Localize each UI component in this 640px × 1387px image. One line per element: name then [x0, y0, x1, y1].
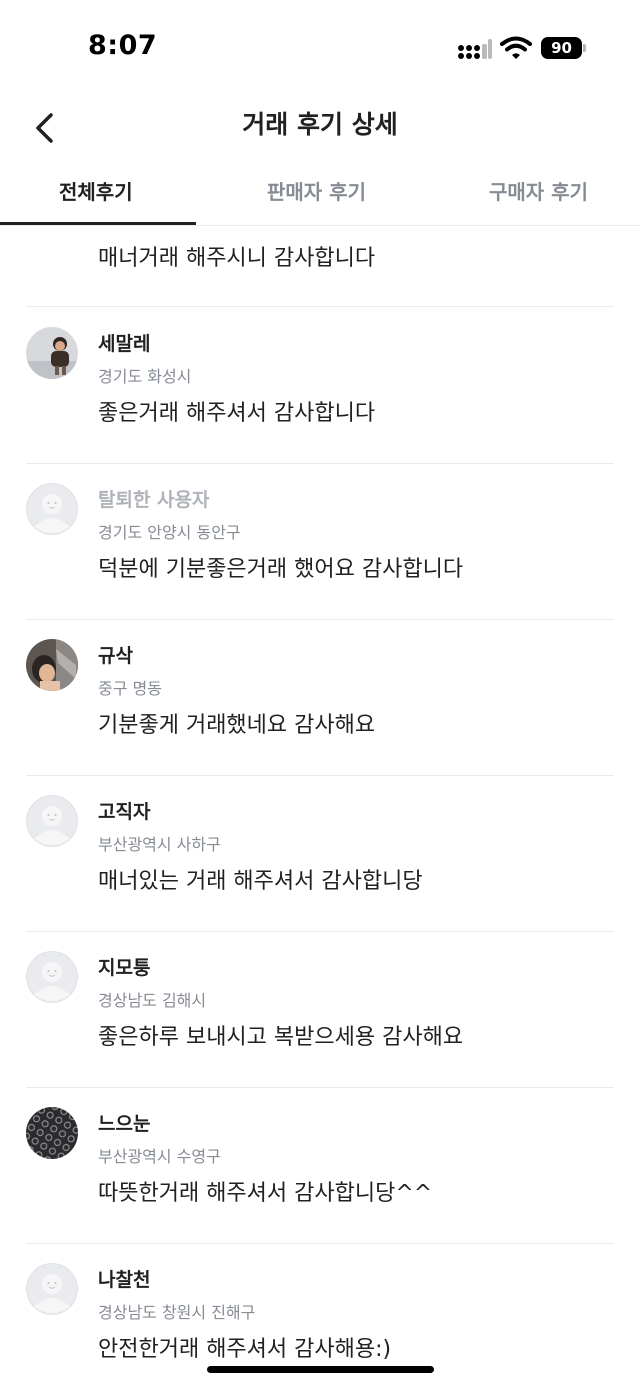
active-tab-indicator — [0, 222, 196, 225]
default-profile-icon — [26, 483, 78, 535]
review-item[interactable]: 지모퉁 경상남도 김해시 좋은하루 보내시고 복받으세용 감사해요 — [0, 931, 640, 1087]
review-item[interactable]: 규삭 중구 명동 기분좋게 거래했네요 감사해요 — [0, 619, 640, 775]
photo-child-icon — [26, 327, 78, 379]
battery-level: 90 — [541, 37, 582, 59]
reviewer-nickname: 탈퇴한 사용자 — [98, 489, 210, 511]
review-comment: 따뜻한거래 해주셔서 감사합니당^^ — [98, 1181, 433, 1206]
reviewer-nickname[interactable]: 지모퉁 — [98, 953, 150, 980]
review-comment: 매너거래 해주시니 감사합니다 — [98, 246, 376, 271]
home-indicator[interactable] — [207, 1366, 434, 1373]
review-item[interactable]: 고직자 부산광역시 사하구 매너있는 거래 해주셔서 감사합니당 — [0, 775, 640, 931]
review-item[interactable]: 세말레 경기도 화성시 좋은거래 해주셔서 감사합니다 — [0, 307, 640, 463]
review-comment: 매너있는 거래 해주셔서 감사합니당 — [98, 869, 423, 894]
default-profile-icon — [26, 795, 78, 847]
reviewer-nickname[interactable]: 세말레 — [98, 329, 150, 356]
avatar[interactable] — [26, 795, 78, 847]
reviewer-location: 경기도 안양시 동안구 — [98, 523, 241, 542]
cellular-signal-icon — [458, 39, 492, 59]
review-comment: 안전한거래 해주셔서 감사해용:) — [98, 1337, 392, 1362]
default-profile-icon — [26, 951, 78, 1003]
review-comment: 기분좋게 거래했네요 감사해요 — [98, 713, 376, 738]
review-comment: 좋은하루 보내시고 복받으세용 감사해요 — [98, 1025, 464, 1050]
reviewer-nickname[interactable]: 규삭 — [98, 641, 133, 668]
reviewer-location: 경기도 화성시 — [98, 367, 192, 386]
page-title: 거래 후기 상세 — [242, 110, 398, 139]
review-tabs: 전체후기 판매자 후기 구매자 후기 — [0, 160, 640, 226]
review-item[interactable]: 탈퇴한 사용자 경기도 안양시 동안구 덕분에 기분좋은거래 했어요 감사합니다 — [0, 463, 640, 619]
photo-person-icon — [26, 639, 78, 691]
reviewer-nickname[interactable]: 고직자 — [98, 797, 150, 824]
tab-buyer-reviews[interactable]: 구매자 후기 — [489, 176, 588, 205]
tab-all-reviews[interactable]: 전체후기 — [59, 176, 133, 205]
reviewer-nickname[interactable]: 느으눈 — [98, 1109, 150, 1136]
partial-location-text — [98, 226, 198, 228]
status-bar: 8:07 90 — [0, 0, 640, 90]
avatar[interactable] — [26, 1263, 78, 1315]
header: 거래 후기 상세 — [0, 95, 640, 155]
avatar[interactable] — [26, 327, 78, 379]
review-comment: 덕분에 기분좋은거래 했어요 감사합니다 — [98, 557, 464, 582]
reviewer-nickname[interactable]: 나찰천 — [98, 1265, 150, 1292]
tab-seller-reviews[interactable]: 판매자 후기 — [267, 176, 366, 205]
wifi-icon — [500, 36, 532, 59]
avatar[interactable] — [26, 639, 78, 691]
battery-icon: 90 — [541, 37, 587, 59]
reviewer-location: 경상남도 김해시 — [98, 991, 207, 1010]
review-comment: 좋은거래 해주셔서 감사합니다 — [98, 401, 376, 426]
reviewer-location: 경상남도 창원시 진해구 — [98, 1303, 256, 1322]
reviewer-location: 부산광역시 수영구 — [98, 1147, 221, 1166]
review-list[interactable]: 매너거래 해주시니 감사합니다 세말레 경기도 화성시 좋은거래 해주셔서 감사… — [0, 226, 640, 1387]
reviewer-location: 부산광역시 사하구 — [98, 835, 221, 854]
reviewer-location: 중구 명동 — [98, 679, 162, 698]
avatar[interactable] — [26, 483, 78, 535]
status-time: 8:07 — [88, 30, 158, 61]
review-item[interactable]: 느으눈 부산광역시 수영구 따뜻한거래 해주셔서 감사합니당^^ — [0, 1087, 640, 1243]
avatar[interactable] — [26, 951, 78, 1003]
photo-pattern-icon — [26, 1107, 78, 1159]
default-profile-icon — [26, 1263, 78, 1315]
avatar[interactable] — [26, 1107, 78, 1159]
